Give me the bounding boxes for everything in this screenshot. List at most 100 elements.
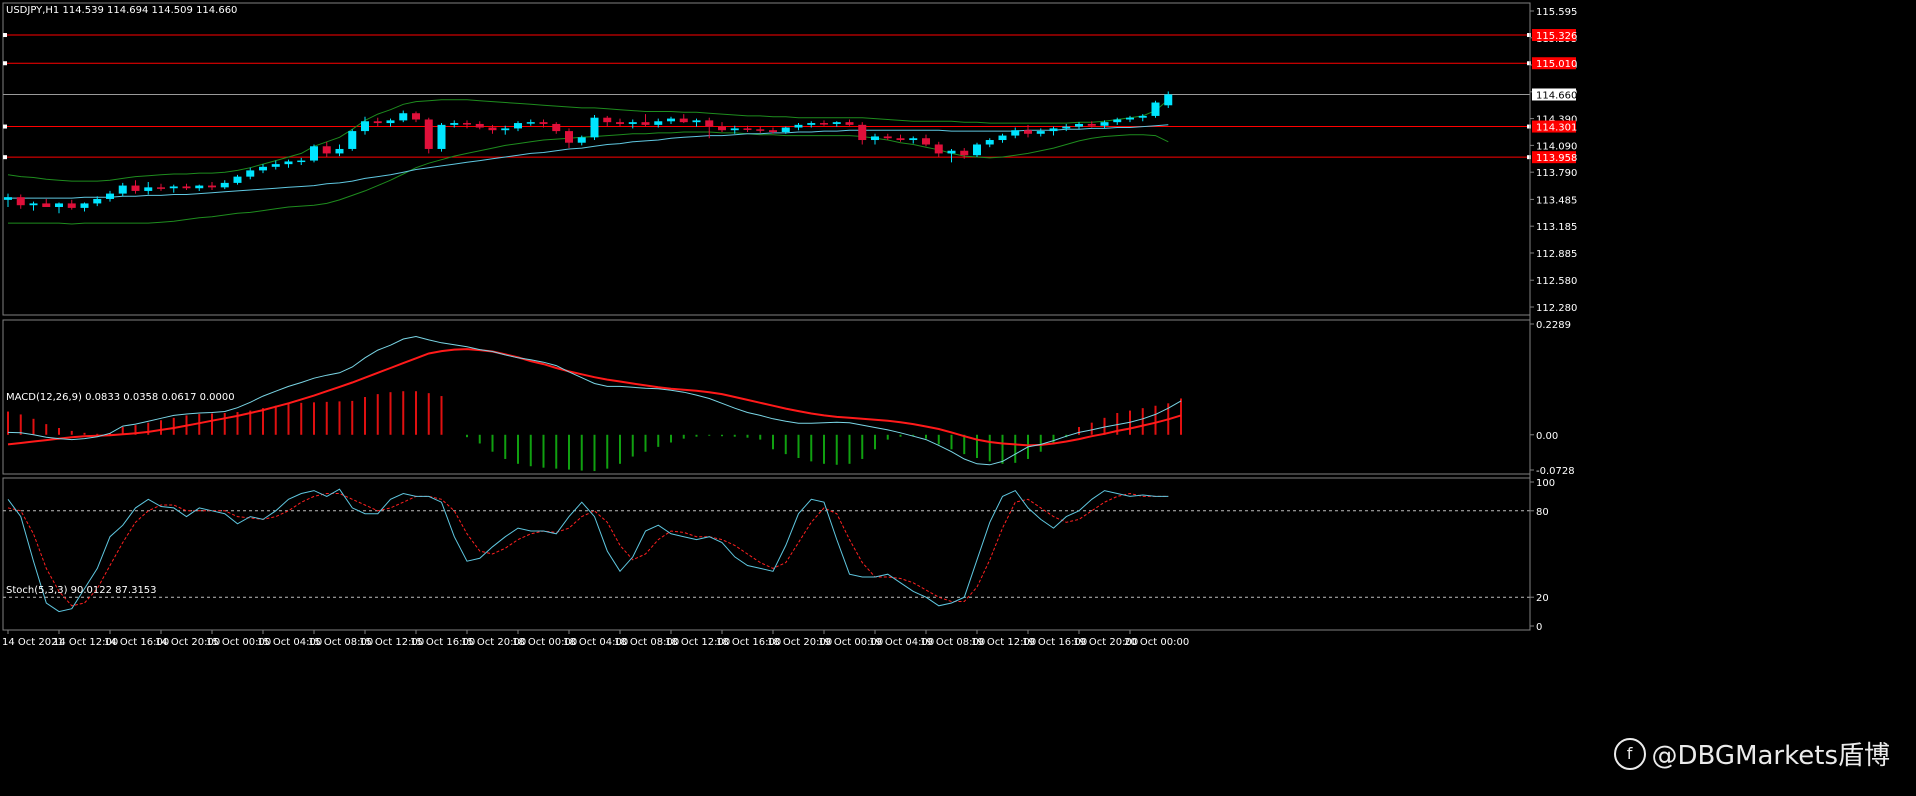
- candle-body: [934, 144, 943, 154]
- brand-logo-icon: f: [1613, 737, 1646, 770]
- watermark: f @DBGMarkets盾博: [1613, 735, 1890, 772]
- candle-body: [195, 185, 204, 189]
- candle-body: [628, 122, 637, 124]
- candle-body: [1062, 126, 1071, 129]
- candle-body: [348, 131, 357, 149]
- macd-tick-label: -0.0728: [1536, 466, 1575, 477]
- candle-body: [705, 120, 714, 127]
- candle-body: [361, 121, 369, 132]
- candle-body: [718, 126, 726, 131]
- hline-price-label: 114.301: [1536, 123, 1577, 134]
- candle-body: [475, 123, 484, 128]
- candle-body: [1126, 117, 1134, 120]
- candle-body: [220, 182, 229, 188]
- candle-body: [998, 135, 1007, 141]
- macd-tick-label: 0.00: [1536, 431, 1558, 442]
- candle-body: [565, 131, 573, 143]
- candle-body: [922, 138, 930, 145]
- candle-body: [845, 122, 854, 125]
- candle-body: [514, 123, 522, 129]
- price-tick-label: 113.790: [1536, 168, 1577, 179]
- candle-body: [271, 164, 280, 167]
- candle-body: [450, 123, 459, 125]
- candle-body: [118, 185, 127, 194]
- candle-body: [832, 122, 841, 124]
- candle-body: [1087, 123, 1096, 126]
- candle-body: [781, 127, 790, 132]
- candle-body: [539, 122, 548, 124]
- candle-body: [820, 123, 828, 125]
- candle-body: [310, 146, 318, 161]
- candle-body: [399, 113, 408, 121]
- candle-body: [144, 187, 153, 191]
- hline-price-label: 113.958: [1536, 153, 1577, 164]
- candle-body: [654, 121, 663, 125]
- candle-body: [208, 185, 216, 188]
- price-tick-label: 115.595: [1536, 7, 1577, 18]
- candle-body: [29, 203, 38, 206]
- hline-handle: [3, 124, 7, 129]
- candle-body: [883, 136, 892, 139]
- stoch-tick-label: 0: [1536, 622, 1542, 633]
- candle-body: [80, 203, 89, 208]
- candle-body: [552, 123, 561, 132]
- candle-body: [1100, 122, 1109, 126]
- candle-body: [131, 185, 140, 191]
- candle-body: [233, 176, 242, 183]
- candle-body: [322, 146, 331, 154]
- candle-body: [769, 130, 777, 132]
- candle-body: [463, 123, 471, 125]
- candle-body: [437, 124, 446, 149]
- candle-body: [577, 137, 586, 143]
- stoch-tick-label: 100: [1536, 478, 1555, 489]
- chart-window[interactable]: 115.595115.295114.990114.690114.390114.0…: [0, 0, 1916, 792]
- candle-body: [4, 197, 12, 200]
- candle-body: [794, 124, 803, 128]
- candle-body: [67, 203, 76, 208]
- price-tick-label: 112.885: [1536, 249, 1577, 260]
- candle-body: [641, 122, 650, 125]
- candle-body: [909, 138, 918, 141]
- candle-body: [1036, 131, 1045, 134]
- candle-body: [730, 128, 739, 131]
- chart-svg[interactable]: 115.595115.295114.990114.690114.390114.0…: [0, 0, 1916, 792]
- candle-body: [182, 186, 191, 189]
- candle-body: [1138, 115, 1147, 118]
- candle-body: [93, 198, 102, 204]
- price-tick-label: 113.485: [1536, 195, 1577, 206]
- candle-body: [616, 122, 624, 124]
- macd-tick-label: 0.2289: [1536, 320, 1571, 331]
- candle-body: [896, 138, 905, 141]
- chart-background: [0, 0, 1916, 792]
- candle-body: [1151, 102, 1160, 116]
- candle-body: [960, 150, 969, 156]
- candle-body: [42, 203, 51, 207]
- candle-body: [1075, 123, 1083, 127]
- price-tick-label: 112.280: [1536, 303, 1577, 314]
- stoch-header: Stoch(5,3,3) 90.0122 87.3153: [6, 585, 157, 596]
- candle-body: [667, 118, 675, 122]
- candle-body: [603, 117, 612, 123]
- candle-body: [985, 140, 994, 145]
- candle-body: [488, 127, 497, 131]
- hline-handle: [3, 155, 7, 160]
- watermark-text: @DBGMarkets盾博: [1651, 741, 1890, 771]
- stoch-tick-label: 20: [1536, 593, 1549, 604]
- candle-body: [1049, 128, 1058, 132]
- candle-body: [373, 121, 382, 124]
- candle-body: [526, 122, 535, 124]
- candle-body: [424, 119, 433, 149]
- candle-body: [973, 144, 981, 156]
- candle-body: [756, 129, 765, 131]
- candle-body: [259, 166, 267, 171]
- candle-body: [284, 161, 293, 165]
- hline-price-label: 115.010: [1536, 59, 1577, 70]
- candle-body: [858, 124, 867, 141]
- hline-handle: [3, 33, 7, 38]
- time-tick-label: 20 Oct 00:00: [1124, 637, 1189, 648]
- candle-body: [692, 120, 701, 123]
- candle-body: [1011, 130, 1020, 136]
- candle-body: [297, 160, 306, 163]
- candle-body: [1024, 130, 1032, 134]
- candle-body: [1164, 94, 1173, 106]
